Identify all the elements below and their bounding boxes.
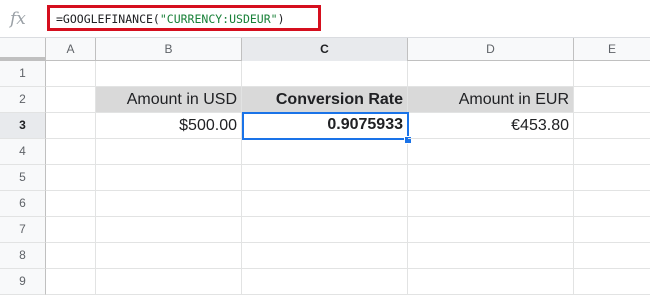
grid-cell[interactable] xyxy=(408,165,574,191)
grid-cell[interactable] xyxy=(46,61,96,87)
grid-cell[interactable] xyxy=(242,139,408,165)
cell-c2[interactable]: Conversion Rate xyxy=(242,87,408,113)
column-header-d[interactable]: D xyxy=(408,38,574,61)
grid-cell[interactable] xyxy=(574,269,650,295)
grid-cell[interactable] xyxy=(574,191,650,217)
row-header-1[interactable]: 1 xyxy=(0,61,46,87)
grid-cell[interactable] xyxy=(46,113,96,139)
row-header-7[interactable]: 7 xyxy=(0,217,46,243)
row-header-2[interactable]: 2 xyxy=(0,87,46,113)
grid-cell[interactable] xyxy=(408,243,574,269)
column-header-a[interactable]: A xyxy=(46,38,96,61)
spreadsheet-grid: A B C D E 1 2 3 4 5 6 7 8 9 Amount in US… xyxy=(0,38,650,300)
grid-cell[interactable] xyxy=(408,61,574,87)
grid-cell[interactable] xyxy=(46,139,96,165)
row-header-8[interactable]: 8 xyxy=(0,243,46,269)
grid-cell[interactable] xyxy=(574,139,650,165)
formula-function: =GOOGLEFINANCE( xyxy=(56,12,160,26)
grid-cell[interactable] xyxy=(408,217,574,243)
formula-text: =GOOGLEFINANCE("CURRENCY:USDEUR") xyxy=(56,10,285,28)
formula-bar: fx =GOOGLEFINANCE("CURRENCY:USDEUR") xyxy=(0,0,650,38)
grid-cell[interactable] xyxy=(242,243,408,269)
select-all-corner[interactable] xyxy=(0,38,46,61)
grid-cell[interactable] xyxy=(46,165,96,191)
formula-close: ) xyxy=(277,12,285,26)
cell-c3-selected[interactable]: 0.9075933 xyxy=(242,112,409,140)
formula-input[interactable]: =GOOGLEFINANCE("CURRENCY:USDEUR") xyxy=(47,5,321,31)
grid-cell[interactable] xyxy=(242,269,408,295)
cell-d2[interactable]: Amount in EUR xyxy=(408,87,574,113)
grid-cell[interactable] xyxy=(408,191,574,217)
grid-cell[interactable] xyxy=(574,243,650,269)
grid-cell[interactable] xyxy=(574,165,650,191)
formula-string-arg: "CURRENCY:USDEUR" xyxy=(159,12,278,26)
grid-cell[interactable] xyxy=(46,217,96,243)
row-header-6[interactable]: 6 xyxy=(0,191,46,217)
grid-cell[interactable] xyxy=(408,139,574,165)
column-header-e[interactable]: E xyxy=(574,38,650,61)
cell-b2[interactable]: Amount in USD xyxy=(96,87,242,113)
row-header-9[interactable]: 9 xyxy=(0,269,46,295)
grid-cell[interactable] xyxy=(242,61,408,87)
cell-b3[interactable]: $500.00 xyxy=(96,113,242,139)
fx-icon: fx xyxy=(10,9,26,29)
grid-cell[interactable] xyxy=(242,165,408,191)
grid-cell[interactable] xyxy=(46,243,96,269)
cell-d3[interactable]: €453.80 xyxy=(408,113,574,139)
column-header-c[interactable]: C xyxy=(242,38,408,61)
row-header-5[interactable]: 5 xyxy=(0,165,46,191)
grid-cell[interactable] xyxy=(408,269,574,295)
grid-cell[interactable] xyxy=(574,61,650,87)
grid-cell[interactable] xyxy=(96,139,242,165)
grid-cell[interactable] xyxy=(574,87,650,113)
grid-cell[interactable] xyxy=(574,217,650,243)
grid-cell[interactable] xyxy=(574,113,650,139)
grid-cell[interactable] xyxy=(46,191,96,217)
row-header-3[interactable]: 3 xyxy=(0,113,46,139)
grid-cell[interactable] xyxy=(96,269,242,295)
column-header-b[interactable]: B xyxy=(96,38,242,61)
grid-cell[interactable] xyxy=(46,269,96,295)
grid-cell[interactable] xyxy=(96,191,242,217)
grid-cell[interactable] xyxy=(96,243,242,269)
column-header-row: A B C D E xyxy=(0,38,650,61)
grid-cell[interactable] xyxy=(96,217,242,243)
grid-cell[interactable] xyxy=(96,165,242,191)
grid-cell[interactable] xyxy=(46,87,96,113)
grid-cell[interactable] xyxy=(242,217,408,243)
grid-cell[interactable] xyxy=(96,61,242,87)
grid-cell[interactable] xyxy=(242,191,408,217)
row-header-4[interactable]: 4 xyxy=(0,139,46,165)
